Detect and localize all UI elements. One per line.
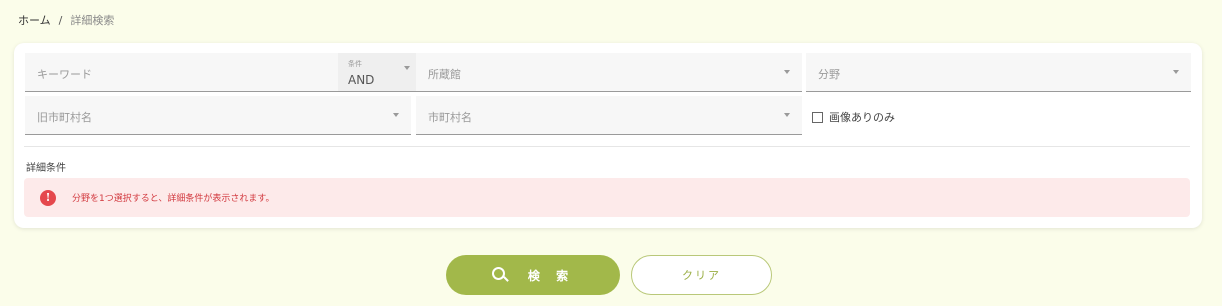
collection-placeholder: 所蔵館 [428,68,461,81]
images-only-label: 画像ありのみ [829,111,895,124]
chevron-down-icon [404,66,410,70]
search-button[interactable]: 検 索 [446,255,620,295]
keyword-placeholder: キーワード [37,68,92,81]
clear-button-label: クリア [682,269,721,282]
breadcrumb-separator: / [58,13,63,27]
old-municipality-select[interactable]: 旧市町村名 [25,96,411,135]
keyword-input[interactable]: キーワード 条件 AND [25,53,422,92]
details-notice-text: 分野を1つ選択すると、詳細条件が表示されます。 [72,194,275,204]
info-icon: ! [40,189,56,206]
condition-select[interactable]: 条件 AND [338,53,422,92]
chevron-down-icon [393,113,399,117]
breadcrumb-home-link[interactable]: ホーム [18,12,51,28]
municipality-placeholder: 市町村名 [428,111,472,124]
chevron-down-icon [1173,70,1179,74]
breadcrumb-current: 詳細検索 [70,14,115,27]
divider [24,146,1190,147]
condition-label: 条件 [348,60,362,68]
breadcrumb: ホーム / 詳細検索 [18,12,114,28]
images-only-option[interactable]: 画像ありのみ [812,109,895,125]
search-button-label: 検 索 [527,268,575,283]
clear-button[interactable]: クリア [631,255,772,295]
chevron-down-icon [784,70,790,74]
collection-select[interactable]: 所蔵館 [416,53,802,92]
details-title: 詳細条件 [26,163,66,174]
category-placeholder: 分野 [818,68,840,81]
category-select[interactable]: 分野 [806,53,1191,92]
images-only-checkbox[interactable] [812,111,823,123]
municipality-select[interactable]: 市町村名 [416,96,802,135]
chevron-down-icon [784,113,790,117]
condition-value: AND [348,73,375,87]
old-municipality-placeholder: 旧市町村名 [37,111,92,124]
search-card: キーワード 条件 AND 所蔵館 分野 旧市町村名 市町村名 画像ありのみ 詳細… [14,43,1202,228]
details-notice: ! 分野を1つ選択すると、詳細条件が表示されます。 [24,178,1190,217]
search-icon [491,267,509,283]
